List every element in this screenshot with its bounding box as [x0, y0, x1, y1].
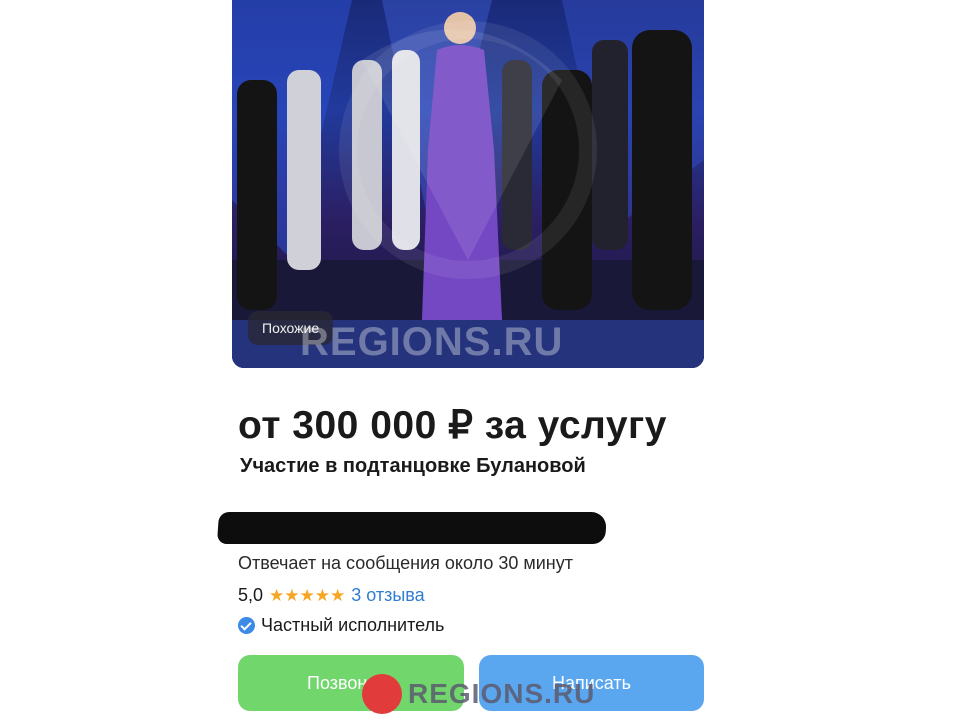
photo-watermark: REGIONS.RU	[300, 320, 564, 364]
bottom-watermark: REGIONS.RU	[362, 674, 595, 714]
watermark-logo-icon	[362, 674, 402, 714]
price-label: от 300 000 ₽ за услугу	[238, 404, 667, 447]
reviews-link[interactable]: 3 отзыва	[351, 585, 424, 606]
rating-value: 5,0	[238, 585, 264, 605]
rating-row: 5,0 ★★★★★ 3 отзыва	[238, 585, 425, 606]
redacted-seller-name	[216, 512, 608, 544]
seller-type: Частный исполнитель	[261, 615, 445, 635]
watermark-text: REGIONS.RU	[408, 678, 596, 709]
verified-check-icon	[238, 617, 255, 634]
service-title: Участие в подтанцовке Булановой	[240, 455, 586, 477]
seller-type-row: Частный исполнитель	[238, 615, 444, 636]
response-time: Отвечает на сообщения около 30 минут	[238, 553, 573, 573]
rating-stars-icon: ★★★★★	[269, 585, 346, 605]
